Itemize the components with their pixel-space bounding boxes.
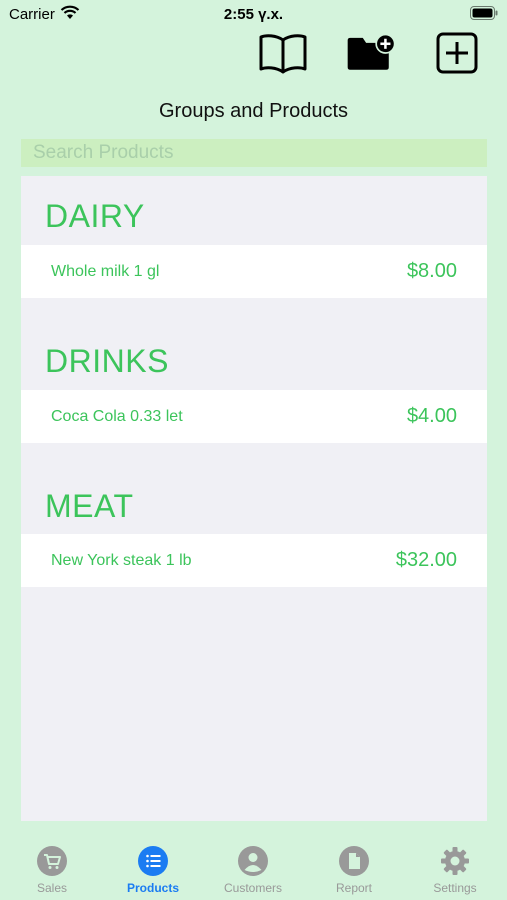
product-price: $32.00 [395, 549, 457, 571]
tab-label: Settings [433, 881, 477, 895]
product-row[interactable]: Whole milk 1 gl $8.00 [21, 245, 487, 298]
folder-add-icon [347, 33, 396, 70]
tab-settings[interactable]: Settings [405, 846, 505, 895]
person-icon [238, 846, 268, 876]
tab-customers[interactable]: Customers [203, 846, 303, 895]
book-icon [259, 34, 307, 74]
cart-icon [37, 846, 67, 876]
clock: 2:55 ү.х. [223, 6, 284, 23]
group-title: DAIRY [45, 198, 145, 234]
status-bar: Carrier 2:55 ү.х. [0, 0, 507, 28]
tab-label: Report [335, 881, 373, 895]
plus-square-icon [436, 32, 478, 74]
search-input[interactable] [21, 139, 487, 167]
product-name: Whole milk 1 gl [51, 262, 160, 280]
battery-icon [470, 6, 498, 20]
tab-sales[interactable]: Sales [2, 846, 102, 895]
product-name: New York steak 1 lb [51, 551, 192, 569]
add-product-button[interactable] [431, 30, 483, 76]
group-title: MEAT [45, 488, 134, 524]
product-price: $4.00 [406, 405, 457, 427]
product-row[interactable]: New York steak 1 lb $32.00 [21, 534, 487, 587]
add-group-button[interactable] [346, 30, 398, 76]
catalog-button[interactable] [257, 30, 309, 76]
tab-label: Sales [36, 881, 68, 895]
document-icon [339, 846, 369, 876]
product-name: Coca Cola 0.33 let [51, 407, 183, 425]
product-row[interactable]: Coca Cola 0.33 let $4.00 [21, 390, 487, 443]
gear-icon [441, 847, 469, 875]
group-title: DRINKS [45, 343, 169, 379]
tab-bar: Sales Products Customers Report Settings [0, 838, 507, 900]
tab-label: Customers [223, 881, 282, 895]
tab-label: Products [126, 881, 179, 895]
product-price: $8.00 [406, 260, 457, 282]
page-title: Groups and Products [159, 100, 348, 122]
tab-products[interactable]: Products [103, 846, 203, 895]
tab-report[interactable]: Report [304, 846, 404, 895]
products-list: DAIRY Whole milk 1 gl $8.00 DRINKS Coca … [21, 176, 487, 821]
list-icon [138, 846, 168, 876]
